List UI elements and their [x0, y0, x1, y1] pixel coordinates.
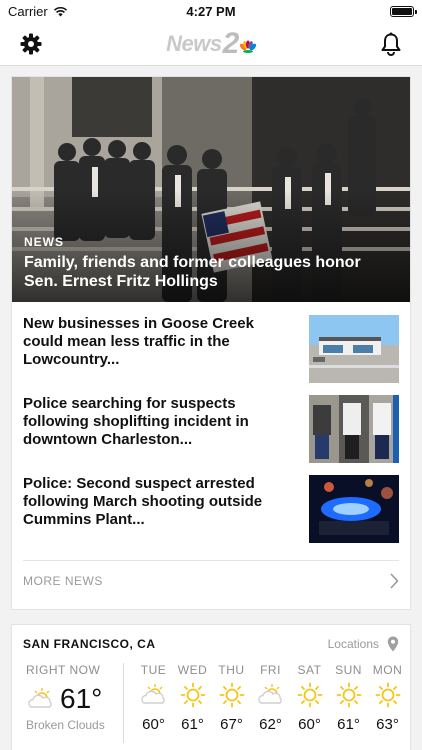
forecast-strip: TUE 60° WED 61° THU 67° FRI 62° SAT 60° …: [134, 663, 407, 743]
forecast-temp: 60°: [298, 716, 321, 733]
story-thumbnail: [309, 475, 399, 543]
story-item[interactable]: New businesses in Goose Creek could mean…: [23, 315, 399, 385]
forecast-day[interactable]: SAT 60°: [290, 663, 329, 743]
battery-icon: [390, 5, 417, 17]
forecast-day[interactable]: THU 67°: [212, 663, 251, 743]
map-pin-icon: [387, 636, 399, 652]
hero-category: NEWS: [24, 235, 64, 249]
forecast-day-label: SUN: [335, 663, 362, 677]
logo-text: News: [166, 30, 222, 56]
current-condition: Broken Clouds: [26, 718, 105, 732]
forecast-temp: 60°: [142, 716, 165, 733]
settings-button[interactable]: [16, 29, 46, 59]
story-item[interactable]: Police: Second suspect arrested followin…: [23, 475, 399, 545]
forecast-temp: 61°: [181, 716, 204, 733]
carrier-label: Carrier: [8, 3, 48, 19]
sun-icon: [336, 682, 361, 708]
sun-icon: [375, 682, 400, 708]
story-title: Police: Second suspect arrested followin…: [23, 475, 263, 528]
weather-card: SAN FRANCISCO, CA Locations RIGHT NOW 61…: [11, 624, 411, 750]
sun-icon: [219, 682, 244, 708]
forecast-day[interactable]: MON 63°: [368, 663, 407, 743]
more-news-link[interactable]: MORE NEWS: [23, 560, 399, 600]
locations-label: Locations: [327, 637, 379, 651]
forecast-day[interactable]: SUN 61°: [329, 663, 368, 743]
forecast-day[interactable]: FRI 62°: [251, 663, 290, 743]
current-label: RIGHT NOW: [26, 663, 101, 677]
weather-header: SAN FRANCISCO, CA Locations: [12, 625, 410, 663]
sun-icon: [297, 682, 322, 708]
gear-icon: [20, 33, 42, 54]
status-bar: Carrier 4:27 PM: [0, 0, 422, 22]
forecast-day-label: SAT: [297, 663, 322, 677]
weather-location: SAN FRANCISCO, CA: [23, 637, 156, 651]
forecast-day-label: WED: [177, 663, 208, 677]
story-title: Police searching for suspects following …: [23, 395, 249, 448]
app-logo: News 2: [166, 27, 256, 61]
partly-cloudy-icon: [140, 684, 165, 704]
story-thumbnail: [309, 395, 399, 463]
forecast-temp: 61°: [337, 716, 360, 733]
partly-cloudy-icon: [257, 684, 282, 704]
notifications-button[interactable]: [376, 29, 406, 59]
locations-button[interactable]: Locations: [328, 636, 399, 652]
forecast-temp: 62°: [259, 716, 282, 733]
partly-cloudy-icon: [28, 688, 52, 708]
hero-title: Family, friends and former colleagues ho…: [24, 254, 361, 290]
forecast-temp: 63°: [376, 716, 399, 733]
current-conditions: RIGHT NOW 61° Broken Clouds: [26, 663, 124, 743]
peacock-icon: [239, 40, 256, 53]
forecast-temp: 67°: [220, 716, 243, 733]
story-thumbnail: [309, 315, 399, 383]
forecast-day-label: MON: [372, 663, 403, 677]
forecast-day[interactable]: WED 61°: [173, 663, 212, 743]
battery-level: [392, 7, 412, 15]
forecast-day-label: THU: [218, 663, 245, 677]
wifi-icon: [53, 6, 67, 16]
forecast-day-label: TUE: [140, 663, 167, 677]
logo-number: 2: [222, 26, 240, 60]
bell-icon: [381, 32, 401, 56]
weather-body: RIGHT NOW 61° Broken Clouds TUE 60° WED …: [12, 663, 410, 743]
chevron-right-icon: [390, 572, 399, 589]
more-news-label: MORE NEWS: [23, 573, 103, 588]
story-title: New businesses in Goose Creek could mean…: [23, 315, 254, 368]
story-item[interactable]: Police searching for suspects following …: [23, 395, 399, 465]
news-card: NEWS Family, friends and former colleagu…: [11, 76, 411, 610]
forecast-day[interactable]: TUE 60°: [134, 663, 173, 743]
current-temp: 61°: [60, 683, 103, 714]
hero-story[interactable]: NEWS Family, friends and former colleagu…: [12, 77, 410, 302]
hero-caption: NEWS Family, friends and former colleagu…: [24, 235, 398, 291]
forecast-day-label: FRI: [260, 663, 281, 677]
sun-icon: [180, 682, 205, 708]
top-nav: News 2: [0, 22, 422, 66]
